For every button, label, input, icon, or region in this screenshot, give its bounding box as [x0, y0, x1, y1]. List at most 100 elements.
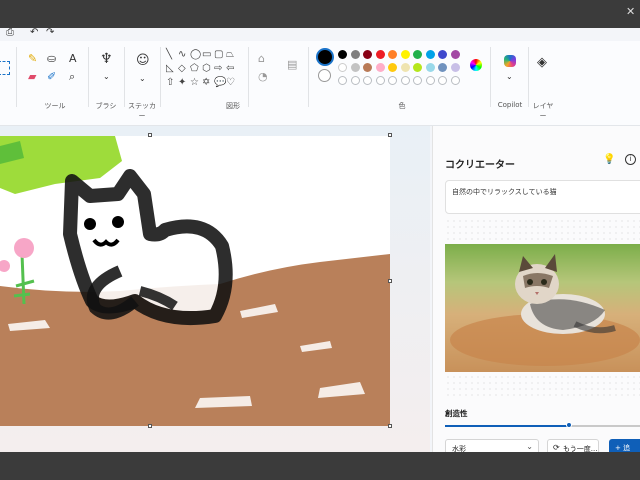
- separator: [490, 47, 491, 107]
- color-swatch[interactable]: [425, 63, 435, 72]
- color-swatch[interactable]: [363, 50, 372, 59]
- rectangle-shape-icon[interactable]: ▭: [202, 50, 211, 60]
- empty-color-slot[interactable]: [400, 76, 410, 85]
- resize-handle[interactable]: [388, 133, 392, 137]
- color-swatch[interactable]: [400, 63, 410, 72]
- color-picker-icon[interactable]: ✐: [47, 71, 56, 83]
- chevron-down-icon: ⌄: [526, 442, 533, 451]
- separator: [248, 47, 249, 107]
- diamond-shape-icon[interactable]: ◇: [178, 64, 186, 74]
- heart-shape-icon[interactable]: ♡: [226, 78, 235, 88]
- slider-thumb[interactable]: [566, 422, 572, 428]
- selection-icon[interactable]: [0, 61, 10, 75]
- color-swatch[interactable]: [388, 50, 397, 59]
- empty-color-slot[interactable]: [425, 76, 435, 85]
- color-swatch[interactable]: [400, 50, 410, 59]
- star5-shape-icon[interactable]: ☆: [190, 78, 199, 88]
- refresh-icon: ⟳: [553, 443, 560, 452]
- chevron-down-icon[interactable]: ⌄: [506, 71, 513, 83]
- brush-icon[interactable]: ♆: [100, 52, 113, 66]
- arrow-left-shape-icon[interactable]: ⇦: [226, 64, 234, 74]
- eraser-icon[interactable]: ▰: [28, 71, 36, 83]
- flower: [14, 238, 34, 258]
- size-icon[interactable]: ▤: [287, 59, 297, 71]
- curve-shape-icon[interactable]: ∿: [178, 50, 186, 60]
- empty-color-slot[interactable]: [350, 76, 360, 85]
- color-swatch[interactable]: [350, 63, 360, 72]
- outline-icon[interactable]: ⌂: [258, 53, 265, 65]
- generated-cat: [450, 254, 640, 366]
- color-swatch[interactable]: [425, 50, 435, 59]
- close-icon[interactable]: ✕: [626, 5, 635, 18]
- secondary-color-swatch[interactable]: [318, 69, 331, 82]
- empty-color-slot[interactable]: [375, 76, 385, 85]
- save-icon[interactable]: ⎙: [6, 28, 14, 38]
- redo-icon[interactable]: ↷: [46, 28, 54, 38]
- chevron-down-icon[interactable]: ⌄: [139, 73, 146, 85]
- color-swatch[interactable]: [338, 63, 347, 72]
- color-swatch[interactable]: [338, 50, 347, 59]
- status-bar: [0, 452, 640, 480]
- color-swatch[interactable]: [438, 63, 447, 72]
- oval-shape-icon[interactable]: ◯: [190, 50, 201, 60]
- empty-color-slot[interactable]: [363, 76, 372, 85]
- chevron-down-icon[interactable]: ⌄: [103, 71, 110, 83]
- color-swatch[interactable]: [363, 63, 372, 72]
- tools-group-label: ツール: [44, 102, 66, 110]
- line-shape-icon[interactable]: ╲: [166, 50, 172, 60]
- empty-color-slot[interactable]: [450, 76, 460, 85]
- hexagon-shape-icon[interactable]: ⬡: [202, 64, 211, 74]
- color-swatch[interactable]: [375, 63, 385, 72]
- cat-eye-left: [84, 218, 96, 230]
- empty-color-slot[interactable]: [388, 76, 397, 85]
- resize-handle[interactable]: [388, 279, 392, 283]
- pencil-icon[interactable]: ✎: [28, 53, 37, 65]
- arrow-right-shape-icon[interactable]: ⇨: [214, 64, 222, 74]
- create-button[interactable]: + 追: [609, 439, 640, 452]
- triangle-shape-icon[interactable]: ◺: [166, 64, 174, 74]
- empty-color-slot[interactable]: [438, 76, 447, 85]
- text-icon[interactable]: A: [69, 53, 77, 65]
- star4-shape-icon[interactable]: ✦: [178, 78, 186, 88]
- color-swatch[interactable]: [413, 63, 422, 72]
- rounded-rect-shape-icon[interactable]: ▢: [214, 50, 223, 60]
- panel-title: コクリエーター: [445, 160, 515, 171]
- copilot-icon[interactable]: [504, 55, 516, 67]
- resize-handle[interactable]: [148, 133, 152, 137]
- color-swatch[interactable]: [450, 50, 460, 59]
- resize-handle[interactable]: [148, 424, 152, 428]
- color-wheel-icon[interactable]: [470, 59, 482, 71]
- primary-color-swatch[interactable]: [316, 48, 334, 66]
- empty-color-slot[interactable]: [338, 76, 347, 85]
- retry-button[interactable]: ⟳ もう一度...: [547, 439, 599, 452]
- creativity-slider[interactable]: [445, 422, 640, 428]
- info-icon[interactable]: i: [625, 154, 636, 165]
- color-swatch[interactable]: [413, 50, 422, 59]
- color-swatch[interactable]: [350, 50, 360, 59]
- resize-handle[interactable]: [388, 424, 392, 428]
- empty-color-slot[interactable]: [413, 76, 422, 85]
- arrow-up-shape-icon[interactable]: ⇧: [166, 78, 174, 88]
- drawing-canvas[interactable]: [0, 136, 390, 426]
- fill-style-icon[interactable]: ◔: [258, 71, 268, 83]
- color-swatch[interactable]: [388, 63, 397, 72]
- generated-image[interactable]: [445, 244, 640, 372]
- sticker-icon[interactable]: ☺: [136, 54, 150, 67]
- colors-group-label: 色: [398, 102, 406, 110]
- fill-icon[interactable]: ⛀: [47, 53, 56, 65]
- color-swatch[interactable]: [375, 50, 385, 59]
- undo-icon[interactable]: ↶: [30, 28, 38, 38]
- magnifier-icon[interactable]: ⌕: [69, 71, 75, 83]
- separator: [308, 47, 309, 107]
- pentagon-shape-icon[interactable]: ⬠: [190, 64, 199, 74]
- callout-shape-icon[interactable]: 💬: [214, 78, 226, 88]
- prompt-input[interactable]: 自然の中でリラックスしている猫: [445, 180, 640, 214]
- style-dropdown[interactable]: 水彩 ⌄: [445, 439, 539, 452]
- color-swatch[interactable]: [450, 63, 460, 72]
- polygon-shape-icon[interactable]: ⏢: [226, 50, 234, 60]
- color-swatch[interactable]: [438, 50, 447, 59]
- create-label: + 追: [615, 444, 631, 452]
- star6-shape-icon[interactable]: ✡: [202, 78, 210, 88]
- layers-icon[interactable]: ◈: [537, 56, 547, 69]
- lightbulb-icon[interactable]: 💡: [603, 154, 615, 165]
